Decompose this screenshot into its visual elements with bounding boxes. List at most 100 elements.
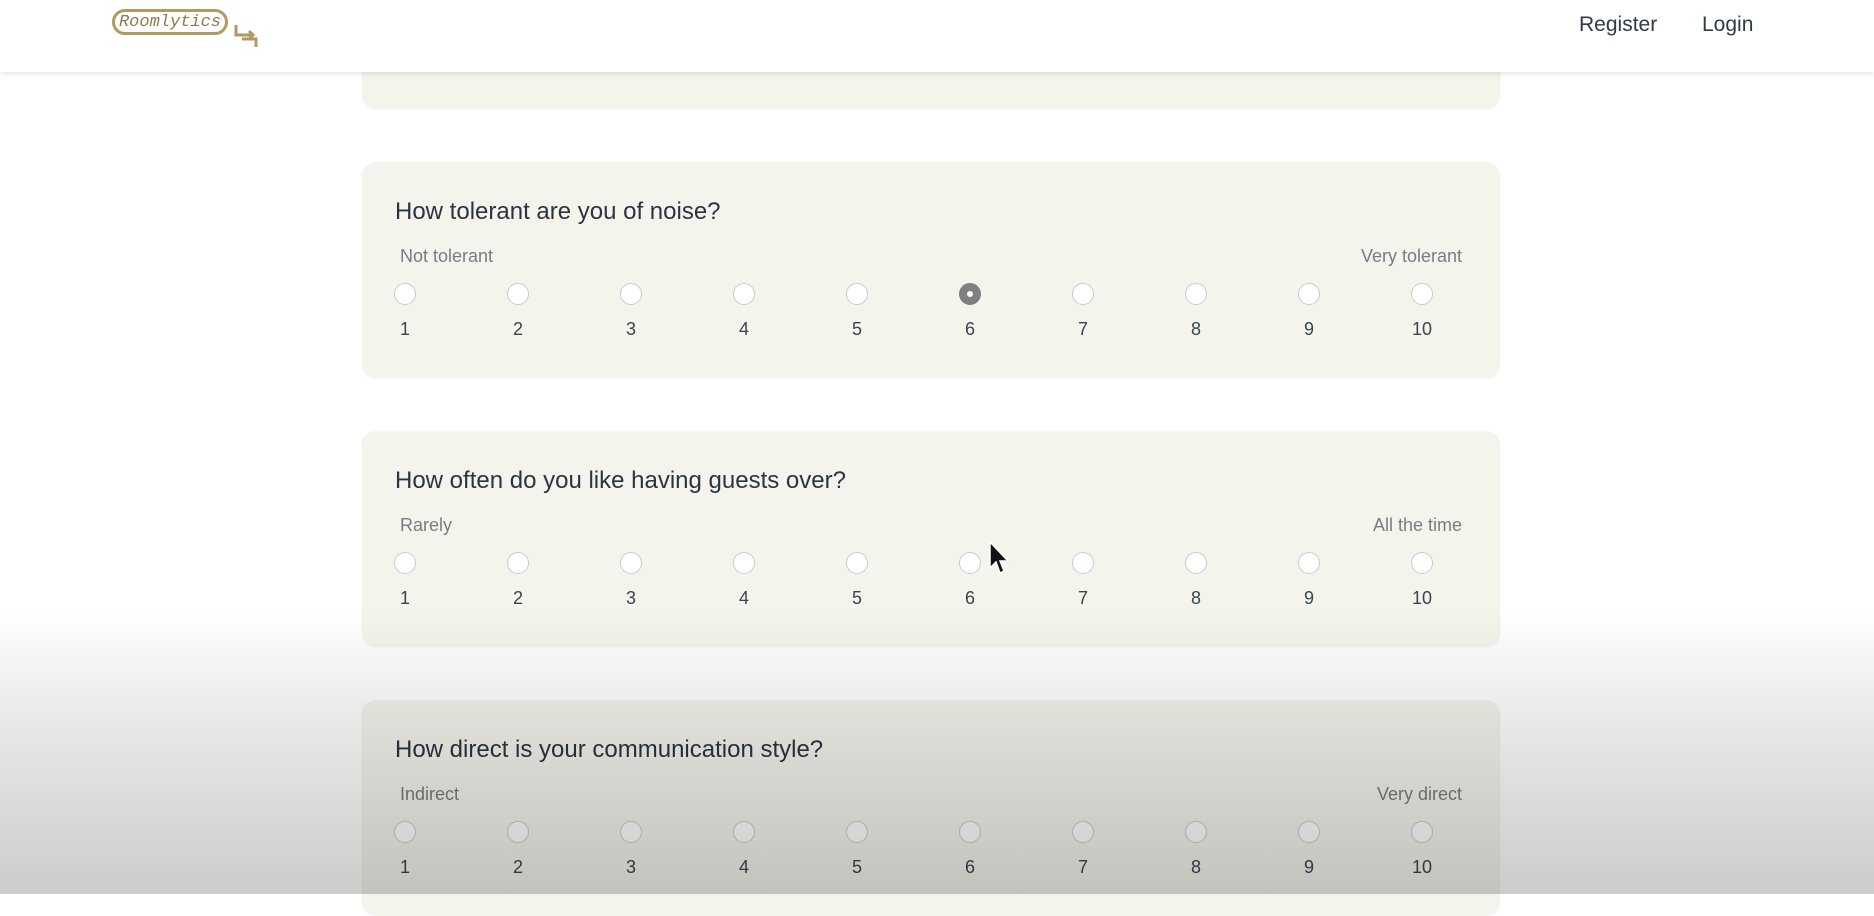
- rating-value-label: 2: [512, 588, 523, 608]
- rating-option-10[interactable]: 10: [1402, 283, 1442, 353]
- rating-option-4[interactable]: 4: [724, 552, 764, 622]
- roomlytics-logo[interactable]: Roomlytics: [112, 9, 262, 47]
- radio-button[interactable]: [959, 552, 981, 574]
- radio-button[interactable]: [846, 552, 868, 574]
- rating-value-label: 7: [1077, 857, 1088, 877]
- radio-button[interactable]: [394, 283, 416, 305]
- rating-option-10[interactable]: 10: [1402, 821, 1442, 891]
- radio-button[interactable]: [846, 821, 868, 843]
- scale-max-label: All the time: [1372, 515, 1462, 535]
- radio-button[interactable]: [1411, 821, 1433, 843]
- radio-button[interactable]: [733, 283, 755, 305]
- radio-button[interactable]: [620, 552, 642, 574]
- rating-value-label: 3: [625, 319, 636, 339]
- rating-option-4[interactable]: 4: [724, 283, 764, 353]
- rating-value-label: 6: [964, 588, 975, 608]
- radio-button[interactable]: [620, 283, 642, 305]
- radio-button[interactable]: [1298, 552, 1320, 574]
- radio-button[interactable]: [1298, 283, 1320, 305]
- radio-button[interactable]: [959, 283, 981, 305]
- radio-button[interactable]: [1411, 552, 1433, 574]
- rating-value-label: 5: [851, 588, 862, 608]
- radio-button[interactable]: [507, 283, 529, 305]
- question-title: How often do you like having guests over…: [395, 467, 846, 494]
- login-link[interactable]: Login: [1702, 0, 1753, 50]
- rating-value-label: 7: [1077, 588, 1088, 608]
- radio-button[interactable]: [1072, 821, 1094, 843]
- swap-arrows-icon: [234, 25, 258, 47]
- rating-option-1[interactable]: 1: [385, 552, 425, 622]
- rating-value-label: 9: [1303, 588, 1314, 608]
- mouse-cursor-icon: [989, 540, 1010, 575]
- rating-option-8[interactable]: 8: [1176, 283, 1216, 353]
- question-card-guests: How often do you like having guests over…: [362, 431, 1500, 647]
- radio-button[interactable]: [394, 552, 416, 574]
- rating-option-2[interactable]: 2: [498, 821, 538, 891]
- radio-button[interactable]: [394, 821, 416, 843]
- rating-value-label: 3: [625, 857, 636, 877]
- rating-option-5[interactable]: 5: [837, 283, 877, 353]
- radio-button[interactable]: [1298, 821, 1320, 843]
- rating-value-label: 4: [738, 588, 749, 608]
- question-card-noise-tolerance: How tolerant are you of noise? Not toler…: [362, 162, 1500, 378]
- radio-button[interactable]: [1411, 283, 1433, 305]
- rating-value-label: 6: [964, 857, 975, 877]
- rating-option-9[interactable]: 9: [1289, 283, 1329, 353]
- rating-option-3[interactable]: 3: [611, 283, 651, 353]
- rating-value-label: 2: [512, 857, 523, 877]
- rating-option-4[interactable]: 4: [724, 821, 764, 891]
- scale-min-label: Not tolerant: [400, 246, 494, 266]
- rating-option-10[interactable]: 10: [1402, 552, 1442, 622]
- radio-button[interactable]: [733, 552, 755, 574]
- rating-option-8[interactable]: 8: [1176, 821, 1216, 891]
- rating-option-2[interactable]: 2: [498, 283, 538, 353]
- rating-value-label: 10: [1411, 857, 1433, 877]
- radio-button[interactable]: [846, 283, 868, 305]
- rating-option-8[interactable]: 8: [1176, 552, 1216, 622]
- radio-button[interactable]: [620, 821, 642, 843]
- scale-min-label: Indirect: [400, 784, 460, 804]
- rating-option-9[interactable]: 9: [1289, 821, 1329, 891]
- rating-option-3[interactable]: 3: [611, 821, 651, 891]
- rating-option-5[interactable]: 5: [837, 821, 877, 891]
- rating-value-label: 1: [399, 319, 410, 339]
- radio-button[interactable]: [507, 552, 529, 574]
- rating-value-label: 4: [738, 857, 749, 877]
- radio-button[interactable]: [733, 821, 755, 843]
- rating-value-label: 1: [399, 857, 410, 877]
- rating-value-label: 10: [1411, 319, 1433, 339]
- rating-value-label: 5: [851, 857, 862, 877]
- question-card-communication: How direct is your communication style? …: [362, 700, 1500, 916]
- rating-value-label: 8: [1190, 588, 1201, 608]
- radio-button[interactable]: [507, 821, 529, 843]
- radio-button[interactable]: [1185, 283, 1207, 305]
- rating-option-6[interactable]: 6: [950, 552, 990, 622]
- rating-option-6[interactable]: 6: [950, 283, 990, 353]
- rating-option-1[interactable]: 1: [385, 821, 425, 891]
- radio-button[interactable]: [1072, 552, 1094, 574]
- scale-max-label: Very tolerant: [1360, 246, 1462, 266]
- radio-button[interactable]: [1185, 821, 1207, 843]
- rating-option-6[interactable]: 6: [950, 821, 990, 891]
- rating-value-label: 2: [512, 319, 523, 339]
- rating-value-label: 8: [1190, 857, 1201, 877]
- radio-button[interactable]: [1072, 283, 1094, 305]
- rating-option-9[interactable]: 9: [1289, 552, 1329, 622]
- rating-option-2[interactable]: 2: [498, 552, 538, 622]
- rating-value-label: 5: [851, 319, 862, 339]
- rating-option-5[interactable]: 5: [837, 552, 877, 622]
- rating-value-label: 3: [625, 588, 636, 608]
- radio-button[interactable]: [959, 821, 981, 843]
- question-title: How direct is your communication style?: [395, 736, 824, 763]
- logo-wordmark: Roomlytics: [112, 9, 228, 35]
- rating-option-3[interactable]: 3: [611, 552, 651, 622]
- rating-option-7[interactable]: 7: [1063, 552, 1103, 622]
- rating-value-label: 9: [1303, 319, 1314, 339]
- register-link[interactable]: Register: [1579, 0, 1657, 50]
- rating-option-1[interactable]: 1: [385, 283, 425, 353]
- rating-option-7[interactable]: 7: [1063, 821, 1103, 891]
- rating-value-label: 1: [399, 588, 410, 608]
- rating-value-label: 9: [1303, 857, 1314, 877]
- radio-button[interactable]: [1185, 552, 1207, 574]
- rating-option-7[interactable]: 7: [1063, 283, 1103, 353]
